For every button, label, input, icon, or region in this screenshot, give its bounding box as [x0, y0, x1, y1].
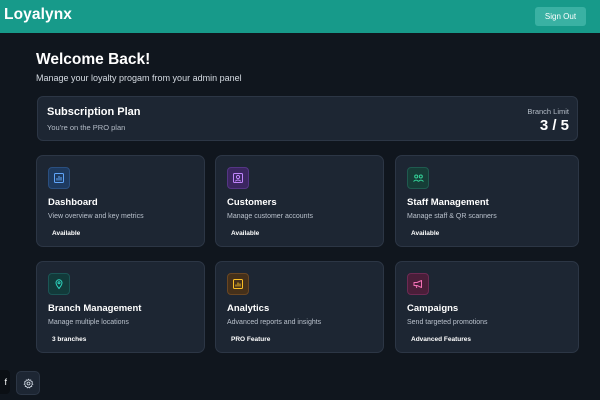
branch-limit-value: 3 / 5	[539, 117, 569, 134]
card-customers[interactable]: Customers Manage customer accounts Avail…	[215, 155, 384, 247]
map-pin-icon	[48, 273, 70, 295]
chart-icon	[227, 273, 249, 295]
status-badge: Available	[52, 230, 81, 237]
card-analytics[interactable]: Analytics Advanced reports and insights …	[215, 261, 384, 353]
card-title: Staff Management	[407, 197, 489, 208]
card-description: Advanced reports and insights	[227, 319, 322, 326]
page-title: Welcome Back!	[36, 51, 151, 68]
status-badge: 3 branches	[52, 336, 87, 343]
card-dashboard[interactable]: Dashboard View overview and key metrics …	[36, 155, 205, 247]
card-title: Dashboard	[48, 197, 98, 208]
card-description: Manage staff & QR scanners	[407, 213, 497, 220]
subscription-title: Subscription Plan	[47, 106, 141, 118]
users-icon	[407, 167, 429, 189]
brand-logo[interactable]: Loyalynx	[4, 6, 72, 24]
card-description: Send targeted promotions	[407, 319, 488, 326]
top-bar: Loyalynx Sign Out	[0, 0, 600, 33]
status-badge: Advanced Features	[411, 336, 471, 343]
status-badge: Available	[231, 230, 260, 237]
megaphone-icon	[407, 273, 429, 295]
subscription-plan-text: You're on the PRO plan	[47, 123, 126, 132]
card-staff-management[interactable]: Staff Management Manage staff & QR scann…	[395, 155, 579, 247]
card-title: Analytics	[227, 303, 270, 314]
user-icon	[227, 167, 249, 189]
card-description: Manage customer accounts	[227, 213, 313, 220]
card-title: Branch Management	[48, 303, 142, 314]
card-branch-management[interactable]: Branch Management Manage multiple locati…	[36, 261, 205, 353]
status-badge: Available	[411, 230, 440, 237]
card-title: Campaigns	[407, 303, 459, 314]
gear-icon	[23, 378, 33, 388]
settings-button[interactable]	[16, 371, 40, 395]
subscription-plan-card: Subscription Plan You're on the PRO plan…	[37, 96, 578, 141]
card-description: Manage multiple locations	[48, 319, 129, 326]
branch-limit-label: Branch Limit	[527, 107, 569, 116]
facebook-button[interactable]: f	[0, 370, 10, 394]
page-subtitle: Manage your loyalty progam from your adm…	[36, 73, 242, 83]
card-title: Customers	[227, 197, 277, 208]
card-description: View overview and key metrics	[48, 213, 144, 220]
bar-chart-icon	[48, 167, 70, 189]
card-campaigns[interactable]: Campaigns Send targeted promotions Advan…	[395, 261, 579, 353]
sign-out-button[interactable]: Sign Out	[535, 7, 586, 26]
status-badge: PRO Feature	[231, 336, 271, 343]
